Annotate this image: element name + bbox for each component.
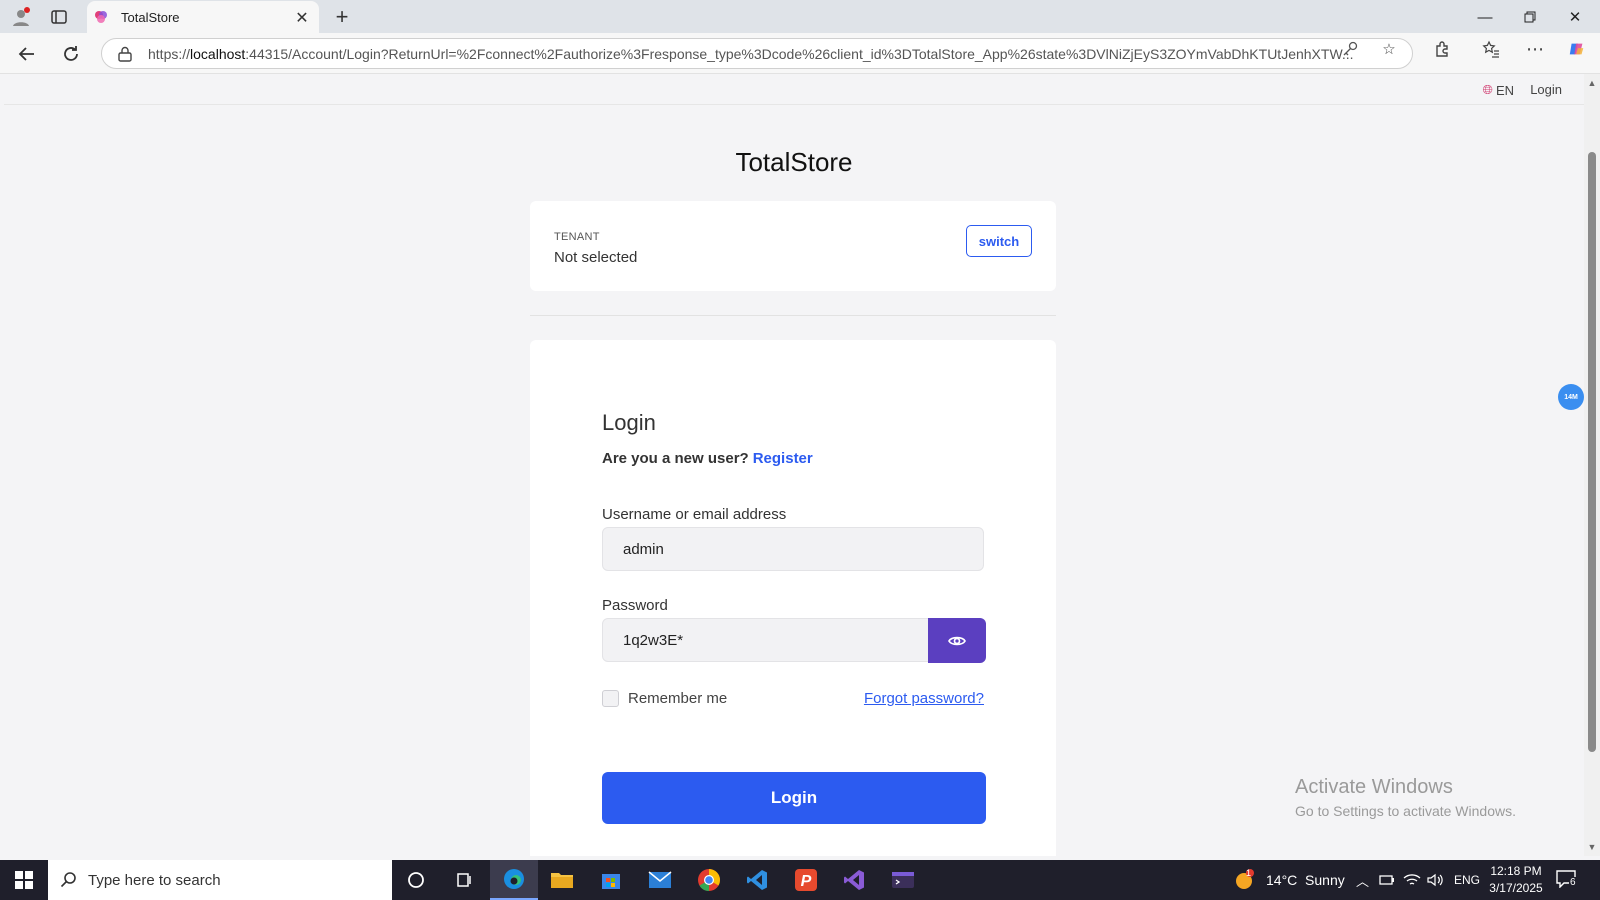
activate-windows-watermark: Activate Windows Go to Settings to activ… [1295, 776, 1516, 819]
brand-title: TotalStore [735, 147, 853, 177]
search-icon [60, 872, 76, 888]
restore-icon[interactable] [1510, 4, 1550, 30]
copilot-icon[interactable] [1568, 40, 1586, 58]
globe-icon: 🌐︎ [1482, 82, 1493, 97]
terminal-icon[interactable] [879, 860, 927, 900]
tab-actions-icon[interactable] [48, 6, 70, 28]
svg-text:P: P [801, 873, 812, 890]
extensions-icon[interactable] [1434, 40, 1452, 58]
login-submit-button[interactable]: Login [602, 772, 986, 824]
login-title: Login [602, 410, 656, 435]
address-bar-row: https://localhost:44315/Account/Login?Re… [0, 33, 1600, 74]
system-clock[interactable]: 12:18 PM 3/17/2025 [1474, 863, 1558, 897]
favorite-star-icon[interactable]: ☆ [1380, 40, 1398, 58]
url-path: :44315/Account/Login?ReturnUrl=%2Fconnec… [245, 45, 1354, 62]
file-explorer-icon[interactable] [538, 860, 586, 900]
new-tab-icon[interactable]: + [331, 4, 353, 29]
show-hidden-icons-icon[interactable]: ︿ [1356, 860, 1369, 900]
taskbar-search-box[interactable]: Type here to search [48, 860, 392, 900]
profile-icon[interactable] [10, 6, 32, 28]
notification-center-icon[interactable]: 6 [1556, 870, 1578, 890]
totalstore-favicon-icon [95, 11, 107, 23]
back-icon[interactable] [14, 41, 40, 67]
divider [530, 315, 1056, 316]
password-label: Password [602, 597, 668, 614]
key-icon[interactable] [1341, 40, 1359, 58]
close-window-icon[interactable]: ✕ [1555, 4, 1595, 30]
tab-title: TotalStore [121, 9, 180, 25]
password-input[interactable]: 1q2w3E* [602, 618, 930, 662]
favorites-icon[interactable] [1482, 40, 1500, 58]
new-user-prompt: Are you a new user? Register [602, 450, 813, 467]
page-viewport: 🌐︎ EN Login TotalStore TENANT Not select… [4, 74, 1584, 856]
notification-count: 6 [1569, 877, 1577, 888]
page-scrollbar[interactable]: ▲ ▼ [1584, 74, 1600, 856]
url-field[interactable]: https://localhost:44315/Account/Login?Re… [101, 38, 1413, 69]
top-login-link[interactable]: Login [1530, 82, 1562, 97]
toggle-password-visibility-button[interactable] [928, 618, 986, 663]
language-selector[interactable]: 🌐︎ EN [1483, 82, 1514, 98]
clock-date: 3/17/2025 [1489, 881, 1543, 895]
weather-alert-badge: 1 [1246, 868, 1252, 878]
edge-app-icon[interactable] [490, 860, 538, 900]
sun-icon [1236, 869, 1254, 889]
reload-icon[interactable] [58, 41, 84, 67]
cortana-icon[interactable] [392, 860, 440, 900]
minimize-icon[interactable]: — [1465, 4, 1505, 30]
eye-icon [948, 636, 966, 645]
tenant-card: TENANT Not selected switch [530, 201, 1056, 291]
new-user-text: Are you a new user? [602, 450, 749, 467]
taskbar-search-placeholder: Type here to search [88, 871, 221, 889]
visual-studio-icon[interactable] [830, 860, 878, 900]
remember-me-checkbox[interactable] [602, 690, 619, 707]
lock-icon[interactable] [118, 46, 132, 62]
close-tab-icon[interactable]: ✕ [293, 8, 311, 28]
scrollbar-thumb[interactable] [1588, 152, 1596, 752]
switch-tenant-button[interactable]: switch [966, 225, 1032, 257]
url-scheme: https:// [148, 45, 191, 62]
windows-logo-icon [15, 871, 33, 889]
language-label: EN [1495, 82, 1514, 98]
mail-icon[interactable] [636, 860, 684, 900]
watermark-line2: Go to Settings to activate Windows. [1295, 803, 1516, 819]
chrome-icon[interactable] [685, 860, 733, 900]
windows-taskbar: Type here to search P 1 14°C Sunny ︿ ENG… [0, 860, 1600, 900]
login-card: Login Are you a new user? Register Userna… [530, 340, 1056, 856]
volume-icon[interactable] [1426, 860, 1444, 900]
task-view-icon[interactable] [440, 860, 488, 900]
start-button[interactable] [0, 860, 48, 900]
tenant-value: Not selected [554, 249, 638, 266]
forgot-password-link[interactable]: Forgot password? [864, 690, 984, 707]
store-icon[interactable] [587, 860, 635, 900]
vscode-icon[interactable] [733, 860, 781, 900]
weather-widget[interactable]: 1 14°C Sunny [1234, 860, 1345, 900]
weather-text: 14°C Sunny [1266, 872, 1345, 888]
clock-time: 12:18 PM [1490, 864, 1542, 878]
watermark-line1: Activate Windows [1295, 776, 1453, 798]
scroll-up-icon[interactable]: ▲ [1587, 78, 1597, 88]
username-label: Username or email address [602, 506, 787, 523]
tenant-label: TENANT [554, 231, 600, 243]
postman-style-icon[interactable]: P [782, 860, 830, 900]
remember-me-label[interactable]: Remember me [628, 690, 727, 707]
browser-tab-bar: TotalStore ✕ + — ✕ [0, 0, 1600, 33]
top-navbar: 🌐︎ EN Login [4, 74, 1584, 105]
floating-badge[interactable]: 14M [1558, 384, 1584, 410]
scroll-down-icon[interactable]: ▼ [1587, 842, 1597, 852]
register-link[interactable]: Register [753, 450, 813, 467]
battery-icon[interactable] [1378, 860, 1396, 900]
network-icon[interactable] [1403, 860, 1421, 900]
url-host: localhost [190, 45, 246, 62]
username-input[interactable]: admin [602, 527, 984, 571]
more-options-icon[interactable]: ⋯ [1526, 39, 1544, 59]
browser-tab-totalstore[interactable]: TotalStore ✕ [87, 1, 319, 33]
